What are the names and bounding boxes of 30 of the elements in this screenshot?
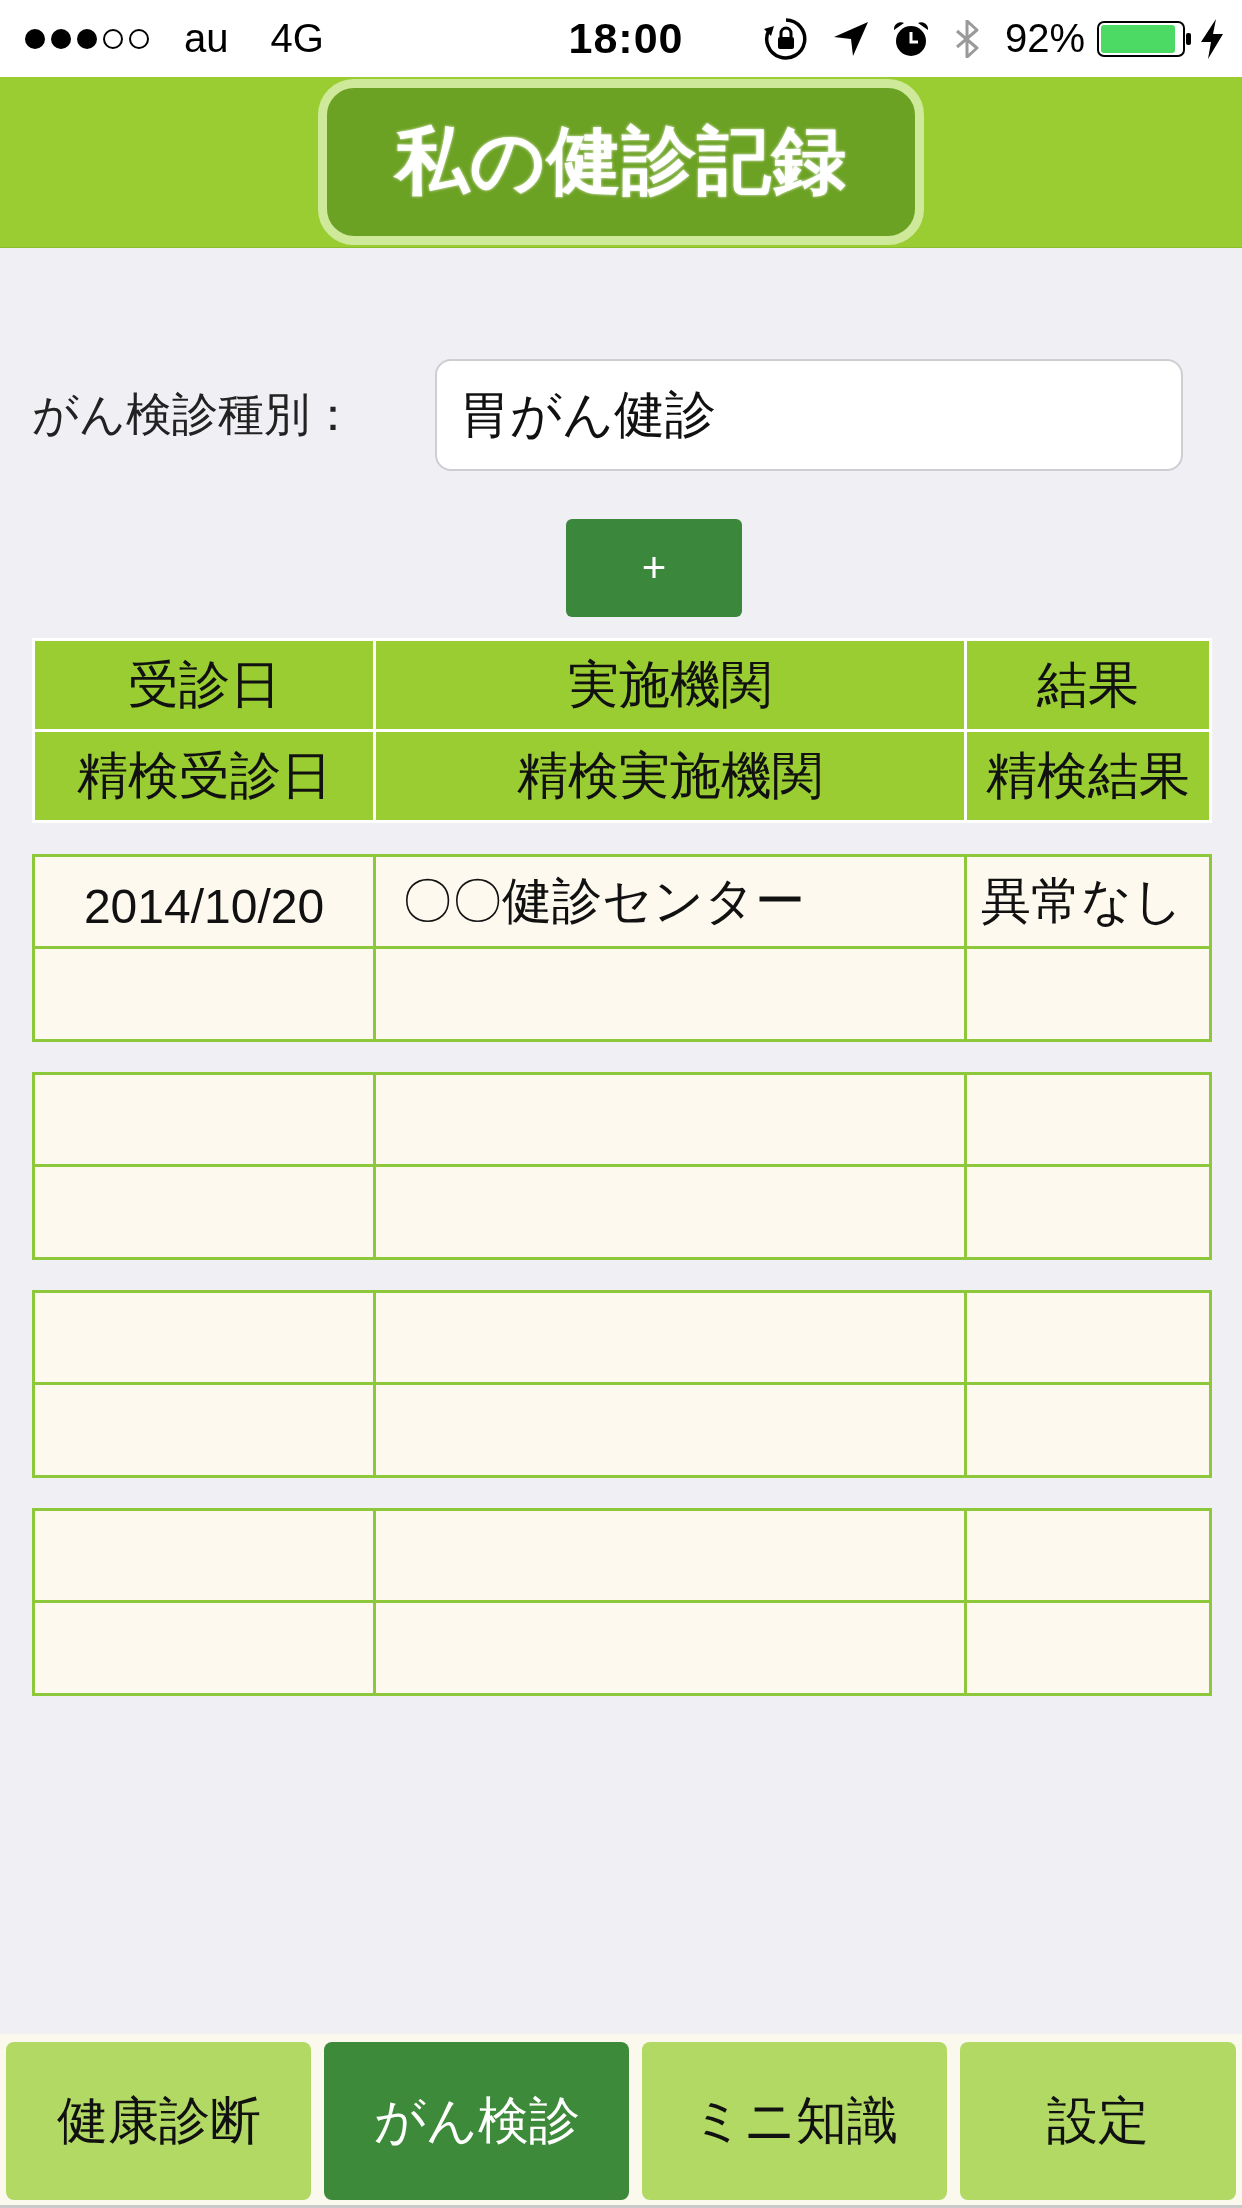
column-header: 精検受診日 <box>35 732 373 820</box>
column-header: 実施機関 <box>376 641 964 729</box>
column-header: 受診日 <box>35 641 373 729</box>
alarm-clock-icon <box>891 19 930 58</box>
charging-bolt-icon <box>1200 18 1224 59</box>
location-arrow-icon <box>832 20 869 57</box>
field-label: がん検診種別： <box>32 387 357 442</box>
battery-icon <box>1097 20 1192 57</box>
app-title: 私の健診記録 <box>318 79 924 245</box>
column-header: 精検結果 <box>967 732 1209 820</box>
cancer-type-field[interactable]: 胃がん健診 <box>435 359 1183 471</box>
carrier-name: au <box>184 16 229 61</box>
column-header: 精検実施機関 <box>376 732 964 820</box>
add-button[interactable]: + <box>566 519 742 617</box>
table-cell: 異常なし <box>967 857 1209 946</box>
tab[interactable]: 健康診断 <box>6 2042 311 2200</box>
record-row[interactable] <box>32 1508 1212 1696</box>
tab[interactable]: 設定 <box>960 2042 1236 2200</box>
table-cell: 〇〇健診センター <box>376 857 964 946</box>
battery-percentage: 92% <box>1004 16 1085 61</box>
record-row[interactable] <box>32 1290 1212 1478</box>
tab[interactable]: ミニ知識 <box>642 2042 947 2200</box>
table-cell: 2014/10/20 <box>35 857 373 946</box>
record-row[interactable]: 2014/10/20 〇〇健診センター 異常なし <box>32 854 1212 1042</box>
rotation-lock-icon <box>762 15 809 62</box>
column-header: 結果 <box>967 641 1209 729</box>
tab[interactable]: がん検診 <box>324 2042 629 2200</box>
record-row[interactable] <box>32 1072 1212 1260</box>
network-type: 4G <box>270 16 324 61</box>
status-time: 18:00 <box>568 14 684 63</box>
